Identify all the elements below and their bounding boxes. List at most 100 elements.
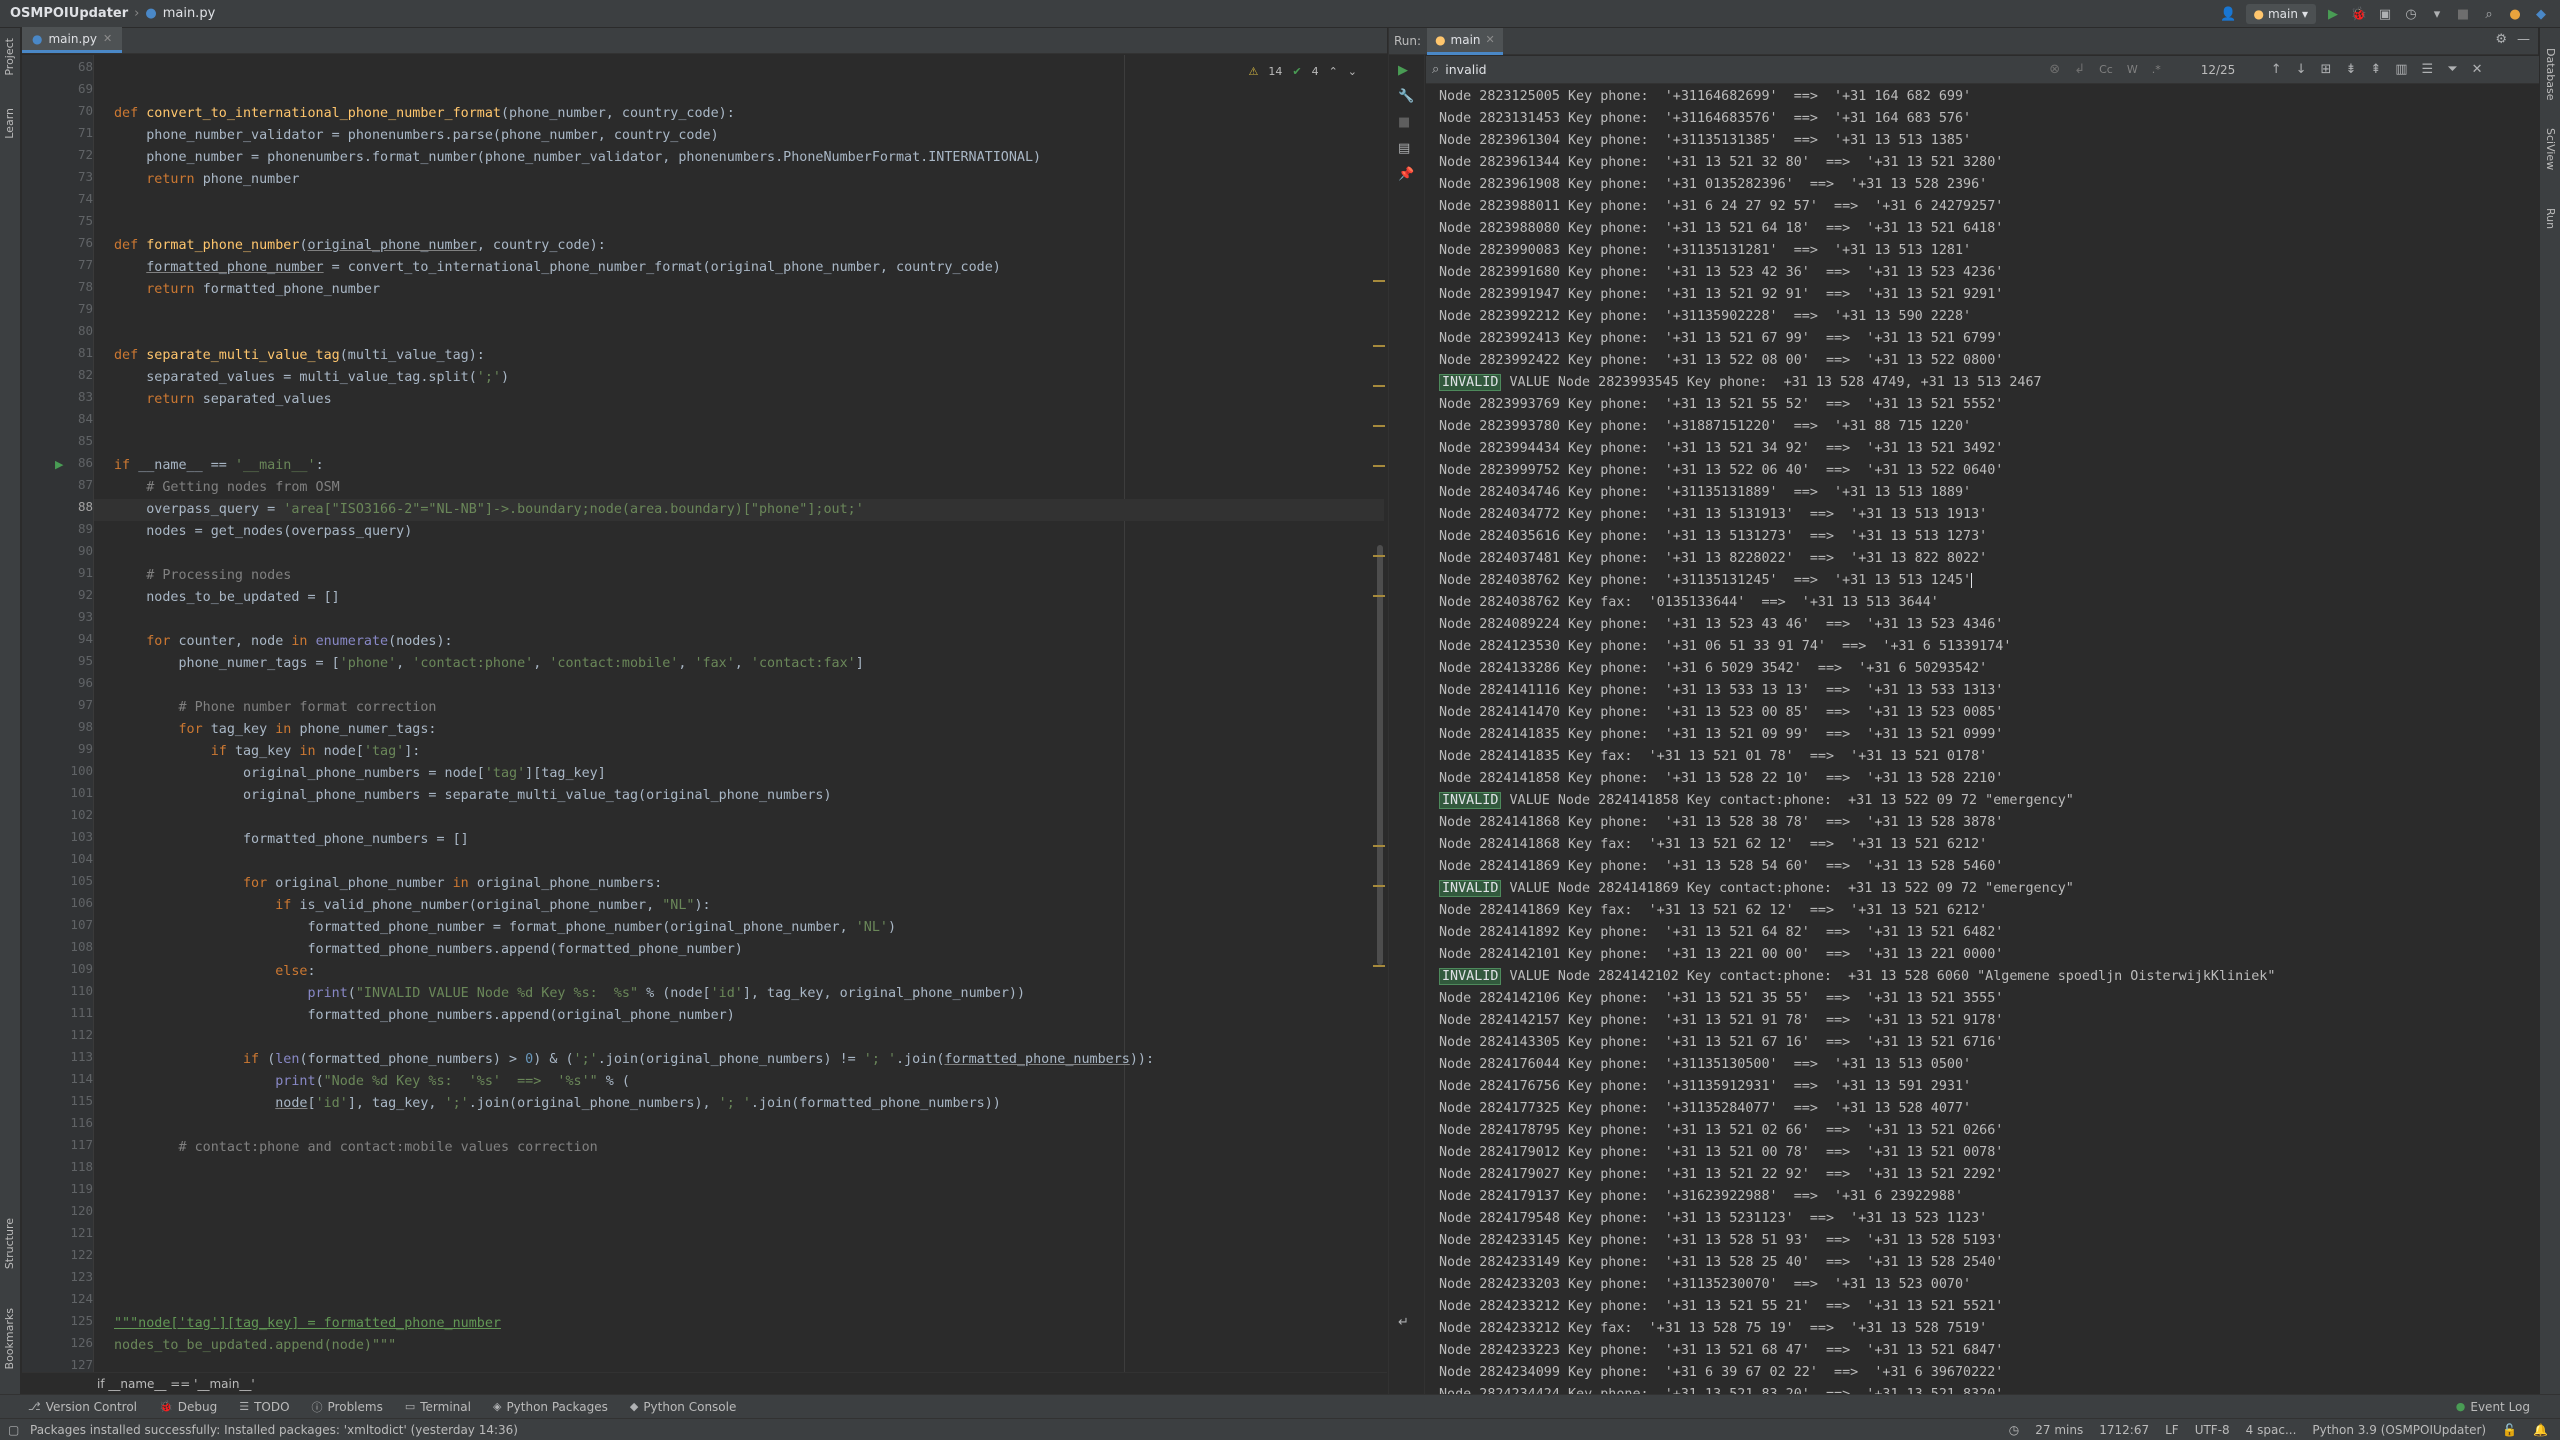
code-area[interactable]: def convert_to_international_phone_numbe…: [94, 55, 1384, 1394]
notifications-icon[interactable]: 🔔: [2533, 1423, 2548, 1437]
run-gutter-icon[interactable]: ▶: [55, 458, 63, 471]
code-line[interactable]: def convert_to_international_phone_numbe…: [114, 103, 735, 125]
line-number[interactable]: 85: [48, 433, 93, 448]
code-line[interactable]: formatted_phone_number = format_phone_nu…: [114, 917, 896, 939]
code-line[interactable]: print("INVALID VALUE Node %d Key %s: %s"…: [114, 983, 1025, 1005]
code-line[interactable]: nodes = get_nodes(overpass_query): [114, 521, 412, 543]
gear-icon[interactable]: ⚙: [2495, 32, 2507, 47]
todo-button[interactable]: ☰ TODO: [239, 1400, 289, 1414]
minimize-icon[interactable]: —: [2517, 32, 2530, 47]
bookmarks-tool-button[interactable]: Bookmarks: [3, 1308, 16, 1369]
line-number[interactable]: 78: [48, 279, 93, 294]
code-line[interactable]: formatted_phone_number = convert_to_inte…: [114, 257, 1001, 279]
code-line[interactable]: """node['tag'][tag_key] = formatted_phon…: [114, 1313, 501, 1335]
event-log-button[interactable]: ● Event Log: [2456, 1400, 2530, 1414]
console-line[interactable]: Node 2824133286 Key phone: '+31 6 5029 3…: [1439, 658, 1987, 680]
more-run-icon[interactable]: ▾: [2428, 5, 2446, 23]
elapsed-time[interactable]: 27 mins: [2035, 1423, 2083, 1437]
console-line[interactable]: Node 2824179137 Key phone: '+31623922988…: [1439, 1186, 1963, 1208]
code-line[interactable]: # Processing nodes: [114, 565, 291, 587]
console-line[interactable]: INVALID VALUE Node 2824141869 Key contac…: [1439, 878, 2074, 900]
line-number[interactable]: 84: [48, 411, 93, 426]
python-interpreter[interactable]: Python 3.9 (OSMPOIUpdater): [2312, 1423, 2486, 1437]
filter-icon[interactable]: ⏷: [2447, 62, 2457, 77]
line-number[interactable]: 70: [48, 103, 93, 118]
code-line[interactable]: if tag_key in node['tag']:: [114, 741, 421, 763]
line-number[interactable]: 68: [48, 59, 93, 74]
project-name[interactable]: OSMPOIUpdater: [10, 6, 128, 21]
console-line[interactable]: Node 2824233223 Key phone: '+31 13 521 6…: [1439, 1340, 2003, 1362]
line-number[interactable]: 82: [48, 367, 93, 382]
python-packages-button[interactable]: ◈ Python Packages: [493, 1400, 608, 1414]
line-number[interactable]: 79: [48, 301, 93, 316]
caret-position[interactable]: 1712:67: [2099, 1423, 2149, 1437]
code-line[interactable]: overpass_query = 'area["ISO3166-2"="NL-N…: [114, 499, 864, 521]
console-line[interactable]: Node 2823990083 Key phone: '+31135131281…: [1439, 240, 1971, 262]
version-control-button[interactable]: ⎇ Version Control: [28, 1400, 137, 1414]
file-name[interactable]: main.py: [163, 6, 216, 21]
console-line[interactable]: Node 2824034772 Key phone: '+31 13 51319…: [1439, 504, 1987, 526]
updates-icon[interactable]: ●: [2506, 5, 2524, 23]
line-number[interactable]: 101: [48, 785, 93, 800]
arrow-down-icon[interactable]: ↓: [2296, 62, 2307, 77]
layout-icon[interactable]: ▤: [1398, 141, 1410, 156]
code-line[interactable]: # Getting nodes from OSM: [114, 477, 339, 499]
console-line[interactable]: Node 2824234099 Key phone: '+31 6 39 67 …: [1439, 1362, 2003, 1384]
console-line[interactable]: Node 2824141892 Key phone: '+31 13 521 6…: [1439, 922, 2003, 944]
console-line[interactable]: Node 2824037481 Key phone: '+31 13 82280…: [1439, 548, 1987, 570]
line-number[interactable]: 121: [48, 1225, 93, 1240]
code-line[interactable]: original_phone_numbers = separate_multi_…: [114, 785, 832, 807]
pin-icon[interactable]: 📌: [1398, 167, 1414, 182]
console-line[interactable]: Node 2823961304 Key phone: '+31135131385…: [1439, 130, 1971, 152]
problems-button[interactable]: ⓘ Problems: [312, 1399, 383, 1415]
project-tool-button[interactable]: Project: [3, 38, 16, 76]
line-number[interactable]: 105: [48, 873, 93, 888]
line-number[interactable]: 90: [48, 543, 93, 558]
line-number[interactable]: 107: [48, 917, 93, 932]
terminal-button[interactable]: ▭ Terminal: [405, 1400, 471, 1414]
console-line[interactable]: Node 2824035616 Key phone: '+31 13 51312…: [1439, 526, 1987, 548]
learn-tool-button[interactable]: Learn: [3, 108, 16, 139]
console-line[interactable]: Node 2823988080 Key phone: '+31 13 521 6…: [1439, 218, 2003, 240]
line-number[interactable]: 100: [48, 763, 93, 778]
code-line[interactable]: nodes_to_be_updated = []: [114, 587, 340, 609]
code-line[interactable]: def format_phone_number(original_phone_n…: [114, 235, 606, 257]
console-line[interactable]: INVALID VALUE Node 2824142102 Key contac…: [1439, 966, 2275, 988]
sciview-tool-button[interactable]: SciView: [2544, 128, 2557, 170]
select-all-occurrences-icon[interactable]: ⊞: [2321, 62, 2332, 77]
console-line[interactable]: Node 2823994434 Key phone: '+31 13 521 3…: [1439, 438, 2003, 460]
line-number[interactable]: 116: [48, 1115, 93, 1130]
warning-stripe-marker[interactable]: [1373, 845, 1385, 847]
console-line[interactable]: Node 2823992413 Key phone: '+31 13 521 6…: [1439, 328, 2003, 350]
code-line[interactable]: phone_number_validator = phonenumbers.pa…: [114, 125, 718, 147]
line-number[interactable]: 73: [48, 169, 93, 184]
code-line[interactable]: formatted_phone_numbers.append(original_…: [114, 1005, 734, 1027]
new-line-icon[interactable]: ↲: [2074, 62, 2085, 77]
console-line[interactable]: Node 2824141868 Key fax: '+31 13 521 62 …: [1439, 834, 1987, 856]
code-line[interactable]: else:: [114, 961, 315, 983]
console-line[interactable]: Node 2823131453 Key phone: '+31164683576…: [1439, 108, 1971, 130]
console-line[interactable]: Node 2824233203 Key phone: '+31135230070…: [1439, 1274, 1971, 1296]
code-line[interactable]: print("Node %d Key %s: '%s' ==> '%s'" % …: [114, 1071, 630, 1093]
code-line[interactable]: def separate_multi_value_tag(multi_value…: [114, 345, 485, 367]
console-line[interactable]: Node 2823988011 Key phone: '+31 6 24 27 …: [1439, 196, 2003, 218]
coverage-icon[interactable]: ▣: [2376, 5, 2394, 23]
user-icon[interactable]: 👤: [2220, 5, 2238, 23]
code-line[interactable]: original_phone_numbers = node['tag'][tag…: [114, 763, 606, 785]
console-line[interactable]: Node 2823993769 Key phone: '+31 13 521 5…: [1439, 394, 2003, 416]
tab-main-py[interactable]: ● main.py ✕: [22, 27, 123, 53]
warning-stripe-marker[interactable]: [1373, 885, 1385, 887]
line-number-gutter[interactable]: 68 69 70 71 72 73 74 75 76 77 78 79 80 81 82 83 84 85 86 ▶ 8…: [22, 55, 94, 1394]
structure-tool-button[interactable]: Structure: [3, 1218, 16, 1269]
line-number[interactable]: 99: [48, 741, 93, 756]
run-icon[interactable]: ▶: [2324, 5, 2342, 23]
console-line[interactable]: Node 2824141858 Key phone: '+31 13 528 2…: [1439, 768, 2003, 790]
code-line[interactable]: if __name__ == '__main__':: [114, 455, 324, 477]
whole-words-toggle[interactable]: W: [2127, 63, 2138, 76]
clear-search-icon[interactable]: ⊗: [2049, 62, 2060, 77]
debug-icon[interactable]: 🐞: [2350, 5, 2368, 23]
line-separator[interactable]: LF: [2165, 1423, 2179, 1437]
line-number[interactable]: 77: [48, 257, 93, 272]
console-line[interactable]: Node 2824143305 Key phone: '+31 13 521 6…: [1439, 1032, 2003, 1054]
status-message[interactable]: Packages installed successfully: Install…: [0, 1423, 518, 1437]
